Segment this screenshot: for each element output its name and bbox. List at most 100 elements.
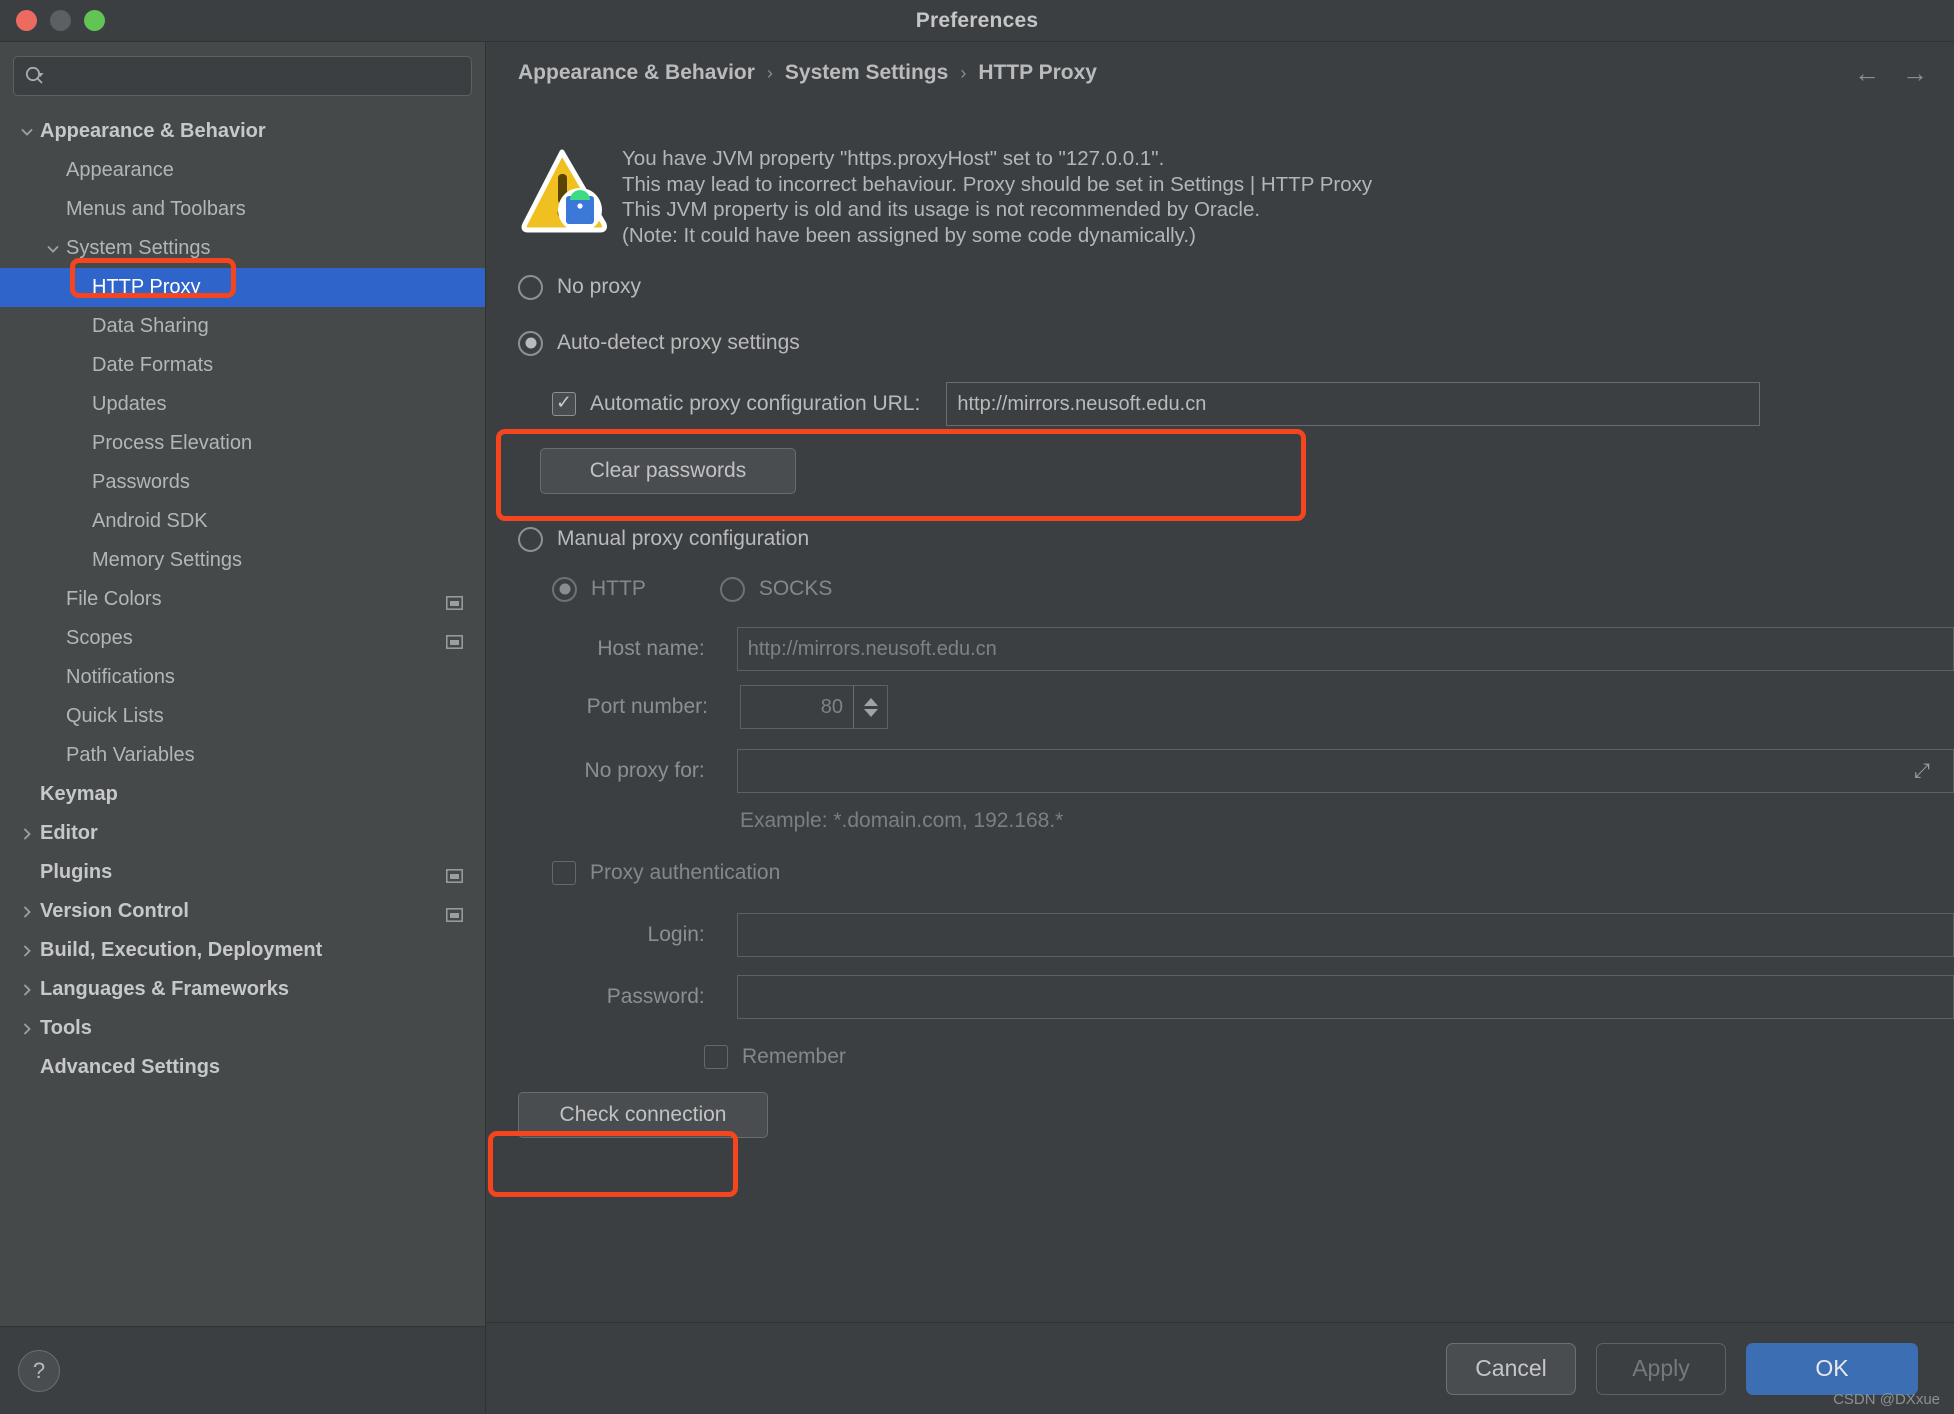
breadcrumb-http-proxy: HTTP Proxy bbox=[978, 61, 1097, 84]
manual-proxy-label: Manual proxy configuration bbox=[557, 527, 810, 550]
sidebar-item-label: Data Sharing bbox=[92, 315, 209, 337]
no-proxy-for-label: No proxy for: bbox=[584, 759, 705, 782]
proxy-options: No proxy Auto-detect proxy settings Auto… bbox=[486, 268, 1954, 1138]
pac-url-input[interactable]: http://mirrors.neusoft.edu.cn bbox=[946, 382, 1761, 426]
password-input[interactable] bbox=[736, 975, 1954, 1019]
sidebar-item-http-proxy[interactable]: HTTP Proxy bbox=[0, 268, 485, 307]
sidebar-item-scopes[interactable]: Scopes bbox=[0, 619, 485, 658]
sidebar-item-build-execution-deployment[interactable]: Build, Execution, Deployment bbox=[0, 931, 485, 970]
manual-proxy-option[interactable]: Manual proxy configuration bbox=[518, 514, 1954, 564]
remember-checkbox[interactable] bbox=[704, 1045, 728, 1069]
chevron-right-icon[interactable] bbox=[14, 982, 40, 998]
sidebar-item-label: Build, Execution, Deployment bbox=[40, 939, 323, 961]
search-area bbox=[0, 42, 485, 106]
remember-row[interactable]: Remember bbox=[518, 1032, 1954, 1082]
no-proxy-for-input[interactable] bbox=[736, 749, 1954, 793]
sidebar-item-appearance[interactable]: Appearance bbox=[0, 151, 485, 190]
socks-label: SOCKS bbox=[758, 577, 833, 600]
http-radio[interactable] bbox=[552, 576, 577, 602]
stepper-down-icon[interactable] bbox=[863, 708, 878, 717]
sidebar-item-notifications[interactable]: Notifications bbox=[0, 658, 485, 697]
jvm-warning-text: You have JVM property "https.proxyHost" … bbox=[614, 144, 1372, 248]
chevron-right-icon[interactable] bbox=[14, 943, 40, 959]
breadcrumb-separator-icon: › bbox=[960, 62, 967, 83]
sidebar-item-keymap[interactable]: Keymap bbox=[0, 775, 485, 814]
cancel-button[interactable]: Cancel bbox=[1446, 1342, 1576, 1395]
sidebar-item-label: File Colors bbox=[66, 588, 162, 610]
no-proxy-option[interactable]: No proxy bbox=[518, 268, 1954, 306]
sidebar-item-android-sdk[interactable]: Android SDK bbox=[0, 502, 485, 541]
chevron-right-icon[interactable] bbox=[14, 1021, 40, 1037]
settings-sidebar: Appearance & Behavior Appearance Menus and… bbox=[0, 42, 486, 1414]
breadcrumb-system-settings[interactable]: System Settings bbox=[785, 61, 948, 85]
sidebar-item-version-control[interactable]: Version Control bbox=[0, 892, 485, 931]
no-proxy-label: No proxy bbox=[557, 275, 642, 298]
sidebar-item-label: Plugins bbox=[40, 861, 113, 883]
proxy-auth-row[interactable]: Proxy authentication bbox=[518, 848, 1954, 898]
host-name-input[interactable]: http://mirrors.neusoft.edu.cn bbox=[736, 627, 1954, 671]
no-proxy-radio[interactable] bbox=[518, 274, 543, 300]
sidebar-item-process-elevation[interactable]: Process Elevation bbox=[0, 424, 485, 463]
back-arrow-icon[interactable]: ← bbox=[1854, 60, 1880, 86]
chevron-right-icon[interactable] bbox=[14, 826, 40, 842]
check-connection-row: Check connection bbox=[518, 1092, 1954, 1138]
window-title: Preferences bbox=[915, 8, 1039, 32]
http-label: HTTP bbox=[591, 577, 646, 600]
sidebar-item-label: Appearance & Behavior bbox=[40, 120, 266, 142]
pac-row: Automatic proxy configuration URL: http:… bbox=[518, 378, 1954, 430]
ok-button[interactable]: OK bbox=[1746, 1342, 1918, 1395]
pac-url-checkbox[interactable] bbox=[552, 392, 576, 416]
password-label: Password: bbox=[606, 985, 705, 1008]
port-number-stepper[interactable]: 80 bbox=[740, 685, 888, 729]
sidebar-item-tools[interactable]: Tools bbox=[0, 1009, 485, 1048]
host-name-label: Host name: bbox=[597, 637, 705, 660]
example-hint-row: Example: *.domain.com, 192.168.* bbox=[518, 800, 1954, 842]
sidebar-item-updates[interactable]: Updates bbox=[0, 385, 485, 424]
sidebar-item-quick-lists[interactable]: Quick Lists bbox=[0, 697, 485, 736]
port-number-input[interactable]: 80 bbox=[741, 686, 853, 728]
manual-proxy-radio[interactable] bbox=[518, 526, 543, 552]
project-scope-icon bbox=[446, 632, 463, 649]
chevron-down-icon[interactable] bbox=[40, 241, 66, 257]
auto-detect-option[interactable]: Auto-detect proxy settings bbox=[518, 318, 1954, 368]
chevron-down-icon[interactable] bbox=[14, 124, 40, 140]
proxy-authentication-label: Proxy authentication bbox=[590, 861, 781, 884]
expand-field-icon[interactable]: ⤢ bbox=[1914, 760, 1930, 783]
sidebar-item-data-sharing[interactable]: Data Sharing bbox=[0, 307, 485, 346]
sidebar-item-editor[interactable]: Editor bbox=[0, 814, 485, 853]
socks-radio[interactable] bbox=[719, 576, 745, 602]
title-bar: Preferences bbox=[0, 0, 1954, 42]
sidebar-item-file-colors[interactable]: File Colors bbox=[0, 580, 485, 619]
sidebar-item-menus-and-toolbars[interactable]: Menus and Toolbars bbox=[0, 190, 485, 229]
forward-arrow-icon[interactable]: → bbox=[1902, 60, 1928, 86]
login-label: Login: bbox=[647, 923, 705, 946]
breadcrumb: Appearance & Behavior › System Settings … bbox=[486, 42, 1954, 104]
warning-line-3: This JVM property is old and its usage i… bbox=[622, 198, 1261, 221]
stepper-up-icon[interactable] bbox=[863, 697, 878, 706]
check-connection-button[interactable]: Check connection bbox=[518, 1092, 768, 1138]
search-input[interactable] bbox=[46, 66, 461, 86]
search-box[interactable] bbox=[13, 56, 472, 96]
sidebar-item-label: Appearance bbox=[66, 159, 174, 181]
warning-line-2: This may lead to incorrect behaviour. Pr… bbox=[622, 172, 1373, 196]
sidebar-item-path-variables[interactable]: Path Variables bbox=[0, 736, 485, 775]
sidebar-item-appearance-behavior[interactable]: Appearance & Behavior bbox=[0, 112, 485, 151]
sidebar-item-memory-settings[interactable]: Memory Settings bbox=[0, 541, 485, 580]
search-icon bbox=[24, 65, 46, 87]
clear-passwords-button[interactable]: Clear passwords bbox=[540, 448, 796, 494]
sidebar-item-passwords[interactable]: Passwords bbox=[0, 463, 485, 502]
sidebar-item-advanced-settings[interactable]: Advanced Settings bbox=[0, 1048, 485, 1087]
sidebar-item-date-formats[interactable]: Date Formats bbox=[0, 346, 485, 385]
project-scope-icon bbox=[446, 905, 463, 922]
breadcrumb-appearance-behavior[interactable]: Appearance & Behavior bbox=[518, 61, 755, 85]
sidebar-item-languages-frameworks[interactable]: Languages & Frameworks bbox=[0, 970, 485, 1009]
auto-detect-radio[interactable] bbox=[518, 330, 543, 356]
chevron-right-icon[interactable] bbox=[14, 904, 40, 920]
sidebar-item-system-settings[interactable]: System Settings bbox=[0, 229, 485, 268]
sidebar-item-label: Date Formats bbox=[92, 354, 214, 376]
login-input[interactable] bbox=[736, 913, 1954, 957]
help-button[interactable]: ? bbox=[18, 1349, 60, 1392]
port-stepper-arrows[interactable] bbox=[853, 686, 887, 728]
sidebar-item-plugins[interactable]: Plugins bbox=[0, 853, 485, 892]
proxy-authentication-checkbox[interactable] bbox=[552, 861, 576, 885]
